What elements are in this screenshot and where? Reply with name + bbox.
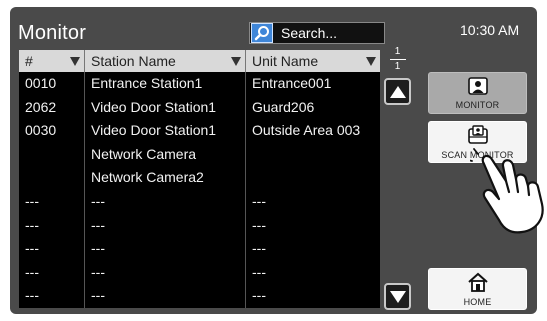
cell-unit-name: --- bbox=[245, 284, 380, 308]
arrow-up-icon bbox=[389, 85, 406, 98]
cell-unit-name: --- bbox=[245, 260, 380, 285]
page-total: 1 bbox=[394, 61, 401, 72]
page-indicator: 1 1 bbox=[385, 46, 410, 74]
cell-station-name: --- bbox=[84, 284, 245, 308]
page-title: Monitor bbox=[18, 22, 87, 44]
cell-unit-name: --- bbox=[245, 237, 380, 261]
monitor-icon bbox=[467, 76, 488, 97]
table-row[interactable]: 0030 Video Door Station1 Outside Area 00… bbox=[19, 119, 380, 143]
scan-monitor-icon bbox=[467, 124, 489, 147]
search-placeholder[interactable]: Search... bbox=[281, 25, 337, 41]
column-header-unit-name[interactable]: Unit Name bbox=[245, 50, 380, 72]
cell-number: 0010 bbox=[25, 75, 57, 91]
column-label: Station Name bbox=[91, 53, 176, 69]
cell-station-name: --- bbox=[84, 213, 245, 238]
search-box[interactable]: Search... bbox=[249, 22, 385, 44]
cell-unit-name: --- bbox=[245, 189, 380, 214]
page-current: 1 bbox=[394, 46, 401, 57]
cell-number: 0030 bbox=[25, 122, 57, 139]
cell-unit-name: Entrance001 bbox=[245, 72, 380, 96]
home-icon bbox=[467, 272, 489, 294]
cell-station-name: Video Door Station1 bbox=[84, 119, 245, 143]
cell-station-name: Video Door Station1 bbox=[84, 95, 245, 120]
cell-station-name: Network Camera2 bbox=[84, 166, 245, 190]
station-table: # Station Name Unit Name 0010 Entrance S… bbox=[19, 50, 380, 308]
sort-down-icon[interactable] bbox=[366, 57, 376, 66]
arrow-down-icon bbox=[389, 290, 406, 303]
table-row[interactable]: --- --- --- bbox=[19, 189, 380, 214]
column-header-number[interactable]: # bbox=[19, 50, 84, 72]
cell-number: 2062 bbox=[25, 98, 57, 115]
cell-number: --- bbox=[25, 240, 39, 257]
table-row[interactable]: --- --- --- bbox=[19, 260, 380, 285]
cell-unit-name: --- bbox=[245, 213, 380, 238]
cell-unit-name: Guard206 bbox=[245, 95, 380, 120]
table-row[interactable]: Network Camera2 bbox=[19, 166, 380, 190]
cell-unit-name bbox=[245, 166, 380, 190]
cell-unit-name bbox=[245, 142, 380, 167]
cell-number: --- bbox=[25, 192, 39, 209]
column-label: Unit Name bbox=[252, 53, 319, 69]
pointing-hand-icon bbox=[470, 148, 544, 234]
clock: 10:30 AM bbox=[460, 22, 520, 38]
cell-station-name: Entrance Station1 bbox=[84, 72, 245, 96]
table-row[interactable]: 0010 Entrance Station1 Entrance001 bbox=[19, 72, 380, 96]
sort-down-icon[interactable] bbox=[70, 57, 80, 66]
cell-unit-name: Outside Area 003 bbox=[245, 119, 380, 143]
cell-station-name: --- bbox=[84, 189, 245, 214]
search-icon[interactable] bbox=[251, 23, 273, 43]
column-label: # bbox=[25, 53, 33, 69]
table-row[interactable]: 2062 Video Door Station1 Guard206 bbox=[19, 95, 380, 120]
sort-down-icon[interactable] bbox=[231, 57, 241, 66]
cell-number: --- bbox=[25, 287, 39, 304]
cell-station-name: --- bbox=[84, 260, 245, 285]
monitor-label: MONITOR bbox=[455, 99, 500, 110]
scroll-up-button[interactable] bbox=[384, 78, 411, 105]
table-row[interactable]: --- --- --- bbox=[19, 213, 380, 238]
monitor-button[interactable]: MONITOR bbox=[428, 72, 527, 114]
cell-number bbox=[19, 143, 84, 167]
table-row[interactable]: Network Camera bbox=[19, 142, 380, 167]
table-row[interactable]: --- --- --- bbox=[19, 284, 380, 308]
cell-number: --- bbox=[25, 263, 39, 280]
cell-station-name: --- bbox=[84, 237, 245, 261]
table-header: # Station Name Unit Name bbox=[19, 50, 380, 72]
home-button[interactable]: HOME bbox=[428, 268, 527, 310]
page-divider bbox=[389, 59, 406, 60]
column-header-station-name[interactable]: Station Name bbox=[84, 50, 245, 72]
cell-station-name: Network Camera bbox=[84, 142, 245, 167]
cell-number bbox=[19, 166, 84, 190]
table-row[interactable]: --- --- --- bbox=[19, 237, 380, 261]
home-label: HOME bbox=[463, 296, 492, 307]
scroll-down-button[interactable] bbox=[384, 283, 411, 310]
cell-number: --- bbox=[25, 216, 39, 233]
